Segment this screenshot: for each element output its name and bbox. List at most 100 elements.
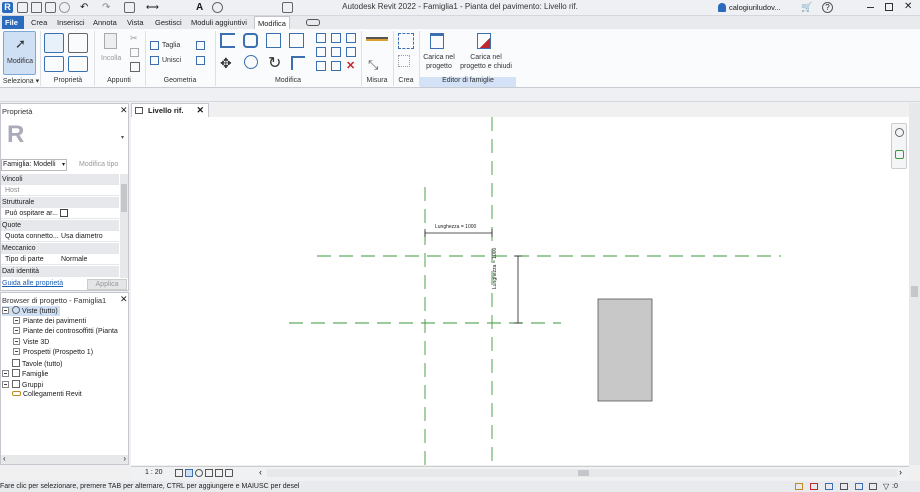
close-browser-icon[interactable]: ✕ [120,294,128,305]
property-value[interactable]: Normale [61,254,87,265]
ribbon-toggle-icon[interactable] [306,19,320,26]
create-group-icon[interactable] [398,55,410,67]
help-icon[interactable]: ? [822,2,833,13]
measure-icon[interactable]: ⟷ [146,2,159,13]
tab-file[interactable]: File [2,16,24,29]
load-and-close-icon[interactable] [477,33,491,49]
delete-icon[interactable]: ✕ [346,59,355,72]
steering-wheel-icon[interactable] [895,150,904,159]
browser-h-scrollbar[interactable]: ‹ › [1,454,128,464]
redo-icon[interactable]: ↷ [102,2,113,13]
revit-logo-icon[interactable]: R [2,2,13,13]
pinned-select-icon[interactable] [840,483,848,490]
tab-vista[interactable]: Vista [124,16,147,29]
expand-icon[interactable] [13,338,20,345]
shadows-icon[interactable] [205,469,213,477]
cut-geometry-icon[interactable] [150,41,159,50]
tab-moduli-aggiuntivi[interactable]: Moduli aggiuntivi [188,16,250,29]
switch-windows-icon[interactable] [282,2,293,13]
tree-item-prospetti[interactable]: Prospetti (Prospetto 1) [13,348,93,358]
expand-icon[interactable] [13,348,20,355]
worksets-icon[interactable] [795,483,803,490]
open-icon[interactable] [17,2,28,13]
canvas-h-scrollbar[interactable] [267,469,897,477]
pin-icon[interactable] [346,47,356,57]
underlay-select-icon[interactable] [825,483,833,490]
user-icon[interactable] [718,3,726,12]
save-icon[interactable] [45,2,56,13]
extrusion-solid[interactable] [597,298,653,402]
type-selector-dropdown-icon[interactable]: ▾ [121,134,124,141]
tree-item-collegamenti[interactable]: Collegamenti Revit [12,390,82,400]
copy-element-icon[interactable] [244,55,258,69]
tree-item-piante-controsoffitti[interactable]: Piante dei controsoffitti (Pianta [13,327,118,337]
move-icon[interactable]: ✥ [220,55,232,72]
scroll-right-icon[interactable]: › [123,454,126,463]
checkbox[interactable] [60,209,68,217]
measure-distance-icon[interactable] [366,37,388,41]
tab-crea[interactable]: Crea [28,16,50,29]
offset-icon[interactable] [243,33,258,48]
dimension-label-vertical[interactable]: Lunghezza = 1000 [492,248,498,289]
category-strutturale[interactable]: Strutturale [1,197,119,208]
view-cube-bar[interactable] [891,123,907,169]
expand-icon[interactable] [2,370,9,377]
folder-icon[interactable] [31,2,42,13]
crop-icon[interactable] [215,469,223,477]
drawing-area[interactable] [131,117,909,465]
expand-icon[interactable] [13,317,20,324]
join-geometry-label[interactable]: Unisci [162,57,181,64]
group-seleziona[interactable]: Seleziona ▾ [0,77,42,87]
close-properties-icon[interactable]: ✕ [120,105,128,116]
detail-level-icon[interactable] [175,469,183,477]
apply-button[interactable]: Applica [87,279,127,290]
unpin-icon[interactable] [346,33,356,43]
scroll-thumb[interactable] [578,470,589,476]
scroll-thumb[interactable] [911,286,918,297]
visual-style-icon[interactable] [185,469,193,477]
zoom-icon[interactable] [895,128,904,137]
join-geometry-icon[interactable] [150,56,159,65]
scale-icon[interactable] [331,47,341,57]
scroll-right-icon[interactable]: › [899,467,902,477]
family-types-button[interactable] [68,33,88,53]
user-name[interactable]: calogiuriludov... [729,3,781,12]
tree-item-tavole[interactable]: Tavole (tutto) [12,359,62,369]
dimension-icon[interactable]: ⤡ [368,57,378,73]
view-tab[interactable]: Livello rif. ✕ [131,103,209,117]
type-properties-button[interactable] [68,56,88,72]
tree-item-gruppi[interactable]: Gruppi [2,380,43,390]
tab-modifica[interactable]: Modifica [254,16,290,29]
links-select-icon[interactable] [810,483,818,490]
face-select-icon[interactable] [855,483,863,490]
tree-item-piante-pavimenti[interactable]: Piante dei pavimenti [13,317,86,327]
cart-icon[interactable]: 🛒 [801,2,812,13]
hide-isolate-icon[interactable] [225,469,233,477]
mirror-draw-icon[interactable] [289,33,304,48]
scroll-thumb[interactable] [121,184,127,212]
trim-single-icon[interactable] [316,61,326,71]
modify-button[interactable]: ➚ Modifica [3,31,36,75]
tree-item-famiglie[interactable]: Famiglie [2,369,48,379]
expand-icon[interactable] [2,381,9,388]
minimize-button[interactable] [867,7,874,8]
array-icon[interactable] [316,47,326,57]
properties-button[interactable] [44,33,64,53]
align-icon[interactable] [220,33,235,48]
category-meccanico[interactable]: Meccanico [1,243,119,254]
copy-icon[interactable] [130,48,139,57]
sun-path-icon[interactable] [195,469,203,477]
tab-gestisci[interactable]: Gestisci [152,16,185,29]
paste-button[interactable]: Incolla [100,33,122,73]
wall-joins-icon[interactable] [196,41,205,50]
cut-geometry-label[interactable]: Taglia [162,42,180,49]
close-view-icon[interactable]: ✕ [196,104,204,117]
match-properties-icon[interactable] [130,62,140,72]
edit-type-button[interactable]: Modifica tipo [79,161,118,168]
category-vincoli[interactable]: Vincoli [1,174,119,185]
view-3d-icon[interactable] [212,2,223,13]
properties-help-link[interactable]: Guida alle proprietà [2,280,63,287]
scroll-left-icon[interactable]: ‹ [259,467,262,477]
split-icon[interactable] [316,33,326,43]
drawing-canvas[interactable]: Lunghezza = 1000 Lunghezza = 1000 [131,117,909,465]
